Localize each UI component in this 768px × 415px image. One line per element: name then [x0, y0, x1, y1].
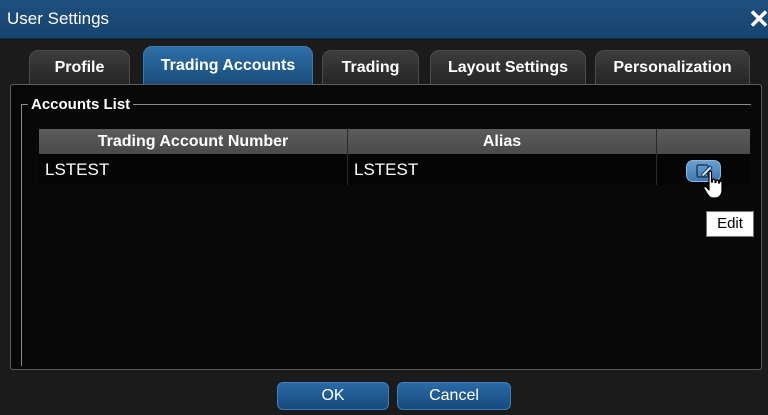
tab-label: Trading Accounts [160, 56, 296, 74]
tab-trading-accounts[interactable]: Trading Accounts [143, 46, 313, 84]
column-header-actions [657, 129, 750, 154]
accounts-list-label: Accounts List [28, 96, 134, 113]
tab-layout-settings[interactable]: Layout Settings [430, 50, 586, 84]
tab-personalization[interactable]: Personalization [595, 50, 750, 84]
alias-cell: LSTEST [348, 154, 657, 185]
title-bar: User Settings [0, 0, 768, 39]
column-header-alias[interactable]: Alias [348, 129, 657, 154]
window-title: User Settings [7, 9, 110, 28]
tab-label: Profile [54, 58, 105, 76]
tab-label: Personalization [613, 58, 732, 76]
accounts-table-header: Trading Account Number Alias [39, 129, 750, 154]
ok-button[interactable]: OK [277, 382, 389, 410]
tab-trading[interactable]: Trading [322, 50, 419, 84]
tab-label: Trading [341, 58, 400, 76]
cancel-button[interactable]: Cancel [397, 382, 511, 410]
account-number-cell: LSTEST [39, 154, 348, 185]
tab-profile[interactable]: Profile [29, 50, 130, 84]
table-row[interactable]: LSTEST LSTEST [39, 154, 750, 185]
group-box-border-left [21, 104, 22, 366]
tab-content-panel [10, 84, 762, 370]
edit-tooltip: Edit [706, 211, 754, 237]
hand-cursor-icon [703, 170, 723, 199]
tab-label: Layout Settings [447, 58, 568, 76]
column-header-account-number[interactable]: Trading Account Number [39, 129, 348, 154]
close-button[interactable]: ✕ [748, 4, 768, 34]
